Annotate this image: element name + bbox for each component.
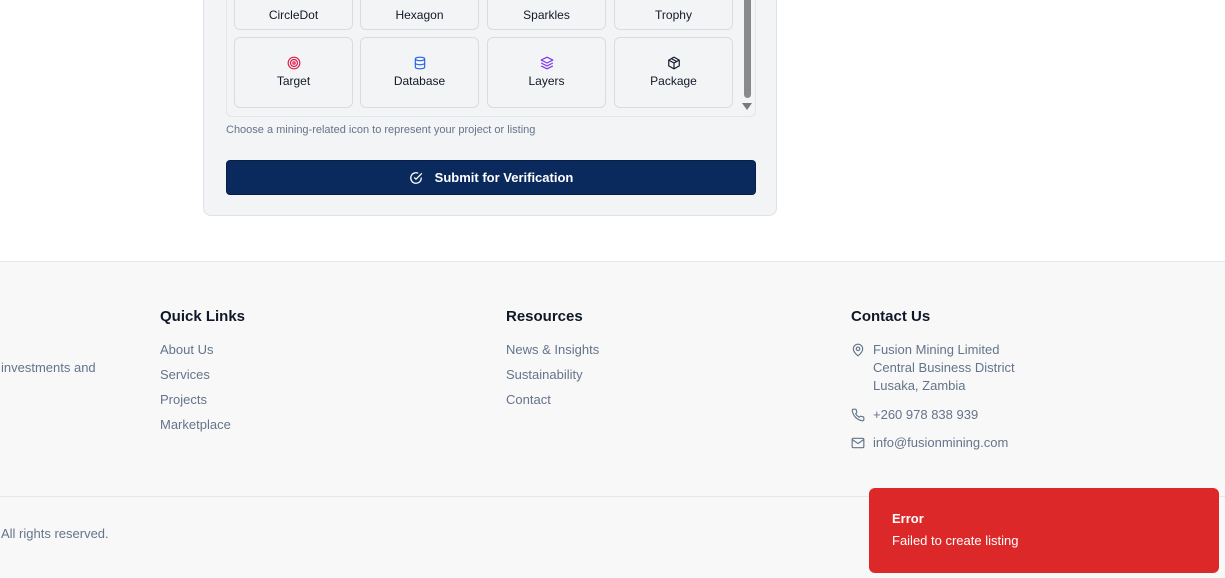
icon-option-label: Hexagon <box>395 8 444 22</box>
icon-option-hexagon[interactable]: Hexagon <box>360 0 479 30</box>
contact-address-line-3: Lusaka, Zambia <box>873 378 966 393</box>
database-icon <box>414 56 425 70</box>
contact-us-heading: Contact Us <box>851 308 931 325</box>
copyright-text: All rights reserved. <box>1 526 109 541</box>
footer-link-news-insights[interactable]: News & Insights <box>506 342 599 357</box>
icon-option-label: Sparkles <box>523 8 570 22</box>
scrollbar-thumb[interactable] <box>744 0 751 98</box>
error-toast[interactable]: Error Failed to create listing <box>869 488 1219 573</box>
toast-message: Failed to create listing <box>892 533 1019 548</box>
contact-phone[interactable]: +260 978 838 939 <box>873 406 978 424</box>
quick-links-heading: Quick Links <box>160 308 246 325</box>
icon-option-label: CircleDot <box>268 8 319 22</box>
resources-heading: Resources <box>506 308 583 325</box>
contact-address-line-2: Central Business District <box>873 360 1015 375</box>
icon-option-label: Database <box>393 74 446 88</box>
mail-icon <box>851 437 865 449</box>
icon-option-layers[interactable]: Layers <box>487 37 606 108</box>
icon-option-circledot[interactable]: CircleDot <box>234 0 353 30</box>
footer-link-contact[interactable]: Contact <box>506 392 551 407</box>
scroll-down-arrow-icon[interactable] <box>742 103 752 110</box>
contact-email[interactable]: info@fusionmining.com <box>873 434 1008 452</box>
icon-option-label: Target <box>276 74 311 88</box>
icon-option-sparkles[interactable]: Sparkles <box>487 0 606 30</box>
icon-option-label: Trophy <box>655 8 692 22</box>
footer-about-text: investments and <box>1 360 96 375</box>
icon-option-target[interactable]: Target <box>234 37 353 108</box>
footer-link-marketplace[interactable]: Marketplace <box>160 417 231 432</box>
footer-link-projects[interactable]: Projects <box>160 392 207 407</box>
phone-icon <box>851 408 865 422</box>
submit-for-verification-button[interactable]: Submit for Verification <box>226 160 756 195</box>
footer-link-sustainability[interactable]: Sustainability <box>506 367 583 382</box>
map-pin-icon <box>852 343 864 357</box>
footer-link-services[interactable]: Services <box>160 367 210 382</box>
icon-picker-hint: Choose a mining-related icon to represen… <box>226 124 536 136</box>
check-circle-icon <box>409 171 422 184</box>
icon-option-package[interactable]: Package <box>614 37 733 108</box>
icon-option-label: Layers <box>528 74 565 88</box>
contact-address-line-1: Fusion Mining Limited <box>873 342 1000 357</box>
package-icon <box>667 56 680 70</box>
layers-icon <box>540 56 553 70</box>
footer-link-about-us[interactable]: About Us <box>160 342 213 357</box>
submit-button-label: Submit for Verification <box>434 170 574 185</box>
icon-option-label: Package <box>650 74 697 88</box>
toast-title: Error <box>892 511 924 526</box>
target-icon <box>287 56 300 70</box>
icon-option-database[interactable]: Database <box>360 37 479 108</box>
icon-option-trophy[interactable]: Trophy <box>614 0 733 30</box>
